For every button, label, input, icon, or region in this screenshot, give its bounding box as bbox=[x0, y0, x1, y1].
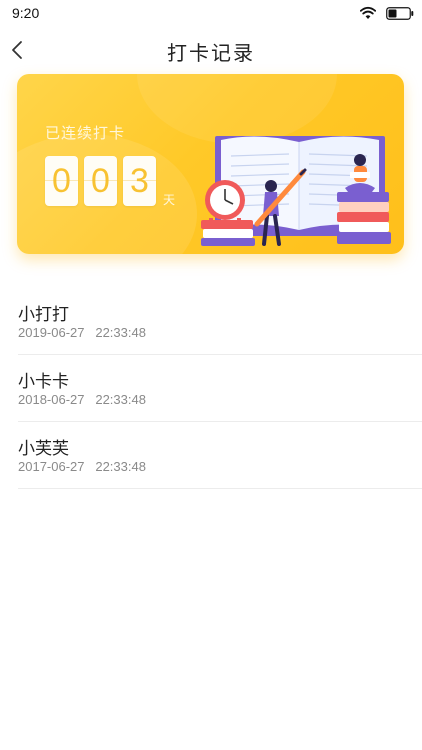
streak-digit: 3 bbox=[123, 156, 156, 206]
record-name: 小芙芙 bbox=[18, 439, 69, 459]
streak-label: 已连续打卡 bbox=[45, 124, 126, 142]
record-name: 小卡卡 bbox=[18, 372, 69, 392]
list-item[interactable]: 小卡卡 2018-06-27 22:33:48 bbox=[18, 355, 422, 422]
streak-banner: 已连续打卡 0 0 3 天 bbox=[17, 74, 404, 254]
record-list: 小打打 2019-06-27 22:33:48 小卡卡 2018-06-27 2… bbox=[18, 288, 422, 489]
record-name: 小打打 bbox=[18, 305, 69, 325]
nav-bar: 打卡记录 bbox=[0, 28, 422, 72]
streak-unit: 天 bbox=[163, 193, 176, 207]
status-time: 9:20 bbox=[12, 5, 40, 21]
list-item[interactable]: 小芙芙 2017-06-27 22:33:48 bbox=[18, 422, 422, 489]
wifi-icon bbox=[360, 6, 376, 19]
streak-digit: 0 bbox=[45, 156, 78, 206]
page-title: 打卡记录 bbox=[167, 41, 255, 65]
streak-digit: 0 bbox=[84, 156, 117, 206]
reading-illustration bbox=[201, 136, 391, 246]
record-time: 2017-06-27 22:33:48 bbox=[18, 459, 146, 474]
list-item[interactable]: 小打打 2019-06-27 22:33:48 bbox=[18, 288, 422, 355]
record-time: 2019-06-27 22:33:48 bbox=[18, 325, 146, 340]
battery-icon bbox=[386, 7, 414, 20]
status-bar: 9:20 bbox=[0, 0, 422, 28]
record-time: 2018-06-27 22:33:48 bbox=[18, 392, 146, 407]
